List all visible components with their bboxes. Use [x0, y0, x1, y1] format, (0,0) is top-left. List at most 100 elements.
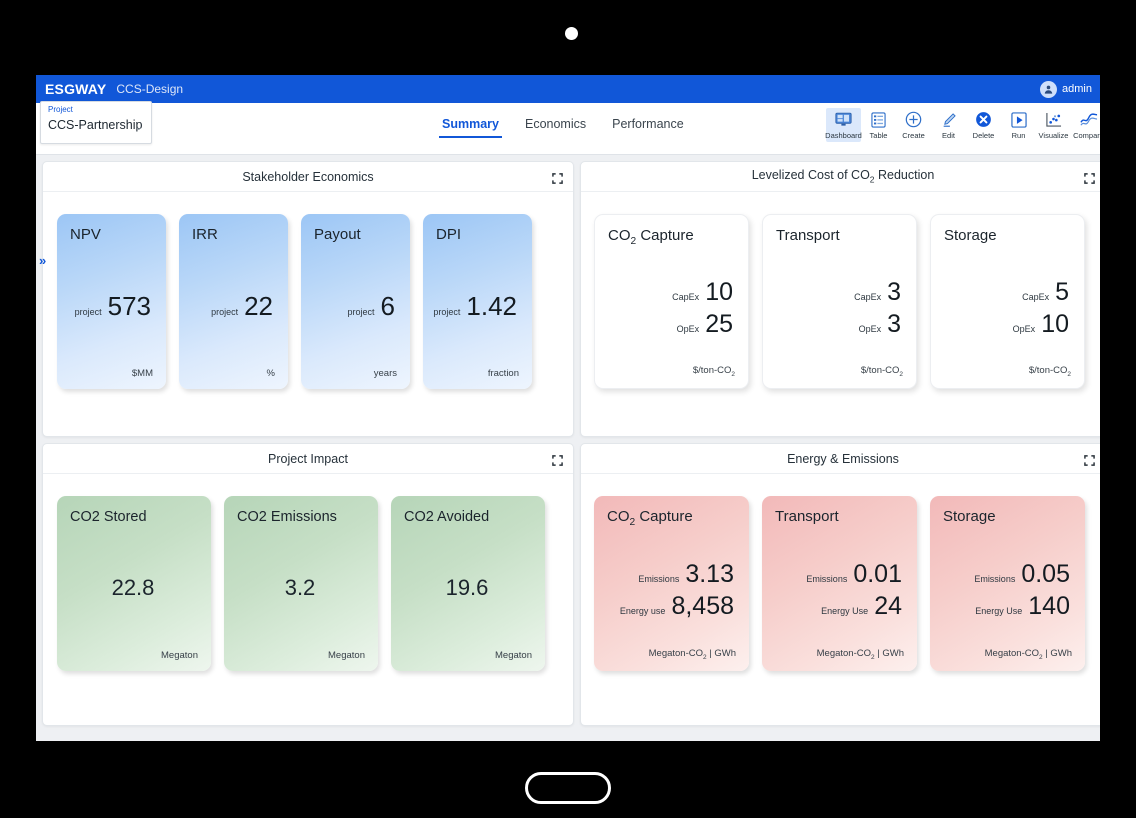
capex-value: 10 [705, 278, 733, 307]
panel-header: Stakeholder Economics [43, 162, 573, 192]
cost-card-storage[interactable]: Storage CapEx 5 OpEx 10 $/ton-CO2 [930, 214, 1085, 389]
app-header-bar: ESGWAY CCS-Design admin [36, 75, 1100, 103]
opex-value: 3 [887, 310, 901, 339]
tab-economics[interactable]: Economics [522, 115, 589, 136]
metric-unit: $/ton-CO2 [1028, 365, 1071, 378]
toolbar-label-table: Table [869, 131, 888, 140]
metric-unit: $MM [131, 368, 153, 379]
metric-title: DPI [436, 226, 462, 243]
tablet-device-frame: ESGWAY CCS-Design admin Project CCS-Part… [0, 0, 1136, 818]
metric-title: CO2 Emissions [237, 509, 337, 525]
energy-use-value: 8,458 [671, 592, 734, 621]
metric-title: Payout [314, 226, 361, 243]
user-icon [1040, 80, 1058, 98]
metric-unit: years [373, 368, 397, 379]
pencil-icon [941, 110, 957, 129]
expand-icon[interactable] [1084, 171, 1095, 189]
toolbar-label-dashboard: Dashboard [825, 131, 862, 140]
x-circle-icon [975, 110, 992, 129]
toolbar-label-edit: Edit [942, 131, 955, 140]
impact-card-co2-avoided[interactable]: CO2 Avoided 19.6 Megaton [391, 496, 545, 671]
toolbar-label-visualize: Visualize [1038, 131, 1069, 140]
energy-card-storage[interactable]: Storage Emissions 0.05 Energy Use 140 Me… [930, 496, 1085, 671]
cost-card-co2-capture[interactable]: CO2 Capture CapEx 10 OpEx 25 $/ton-CO2 [594, 214, 749, 389]
emissions-value: 3.13 [685, 560, 734, 589]
tab-performance[interactable]: Performance [609, 115, 687, 136]
project-select-label: Project [48, 105, 73, 114]
metric-title: IRR [192, 226, 218, 243]
metric-unit: Megaton-CO2 | GWh [648, 648, 736, 661]
panel-body: CO2 Capture Emissions 3.13 Energy use 8,… [581, 474, 1100, 725]
opex-label: OpEx [858, 324, 882, 335]
dashboard-grid: » Stakeholder Economics NPV project 573 … [36, 155, 1100, 732]
energy-use-label: Energy use [619, 606, 666, 617]
toolbar-label-delete: Delete [972, 131, 995, 140]
toolbar-button-create[interactable]: Create [896, 108, 931, 142]
scatter-chart-icon [1045, 110, 1062, 129]
metric-value: 22 [244, 291, 273, 321]
metric-card-irr[interactable]: IRR project 22 % [179, 214, 288, 389]
toolbar-button-run[interactable]: Run [1001, 108, 1036, 142]
energy-use-value: 24 [874, 592, 902, 621]
energy-card-co2-capture[interactable]: CO2 Capture Emissions 3.13 Energy use 8,… [594, 496, 749, 671]
emissions-label: Emissions [974, 574, 1016, 585]
metric-value: 19.6 [445, 575, 489, 600]
capex-value: 3 [887, 278, 901, 307]
panel-header: Levelized Cost of CO2 Reduction [581, 162, 1100, 192]
toolbar-button-edit[interactable]: Edit [931, 108, 966, 142]
metric-label: project [211, 307, 239, 317]
tab-bar: Summary Economics Performance [439, 115, 687, 138]
expand-icon[interactable] [552, 171, 563, 189]
metric-unit: Megaton [495, 650, 532, 661]
application-screen: ESGWAY CCS-Design admin Project CCS-Part… [36, 75, 1100, 741]
opex-value: 10 [1041, 310, 1069, 339]
metric-label: project [74, 307, 102, 317]
metric-unit: Megaton-CO2 | GWh [816, 648, 904, 661]
toolbar-button-visualize[interactable]: Visualize [1036, 108, 1071, 142]
metric-title: CO2 Stored [70, 509, 147, 525]
toolbar-button-compare[interactable]: Compare [1071, 108, 1100, 142]
toolbar-button-delete[interactable]: Delete [966, 108, 1001, 142]
plus-circle-icon [905, 110, 922, 129]
cost-card-transport[interactable]: Transport CapEx 3 OpEx 3 $/ton-CO2 [762, 214, 917, 389]
metric-card-npv[interactable]: NPV project 573 $MM [57, 214, 166, 389]
toolbar-label-run: Run [1011, 131, 1026, 140]
panel-header: Energy & Emissions [581, 444, 1100, 474]
panel-title-levelized-cost: Levelized Cost of CO2 Reduction [751, 168, 935, 185]
capex-value: 5 [1055, 278, 1069, 307]
home-button[interactable] [525, 772, 611, 804]
emissions-label: Emissions [638, 574, 680, 585]
metric-value: 1.42 [466, 291, 517, 321]
table-icon [871, 110, 886, 129]
emissions-label: Emissions [806, 574, 848, 585]
energy-use-label: Energy Use [975, 606, 1023, 617]
metric-label: project [347, 307, 375, 317]
toolbar-button-table[interactable]: Table [861, 108, 896, 142]
sidebar-expand-toggle[interactable]: » [39, 253, 46, 268]
tab-summary[interactable]: Summary [439, 115, 502, 138]
toolbar-button-dashboard[interactable]: Dashboard [825, 108, 862, 142]
metric-card-dpi[interactable]: DPI project 1.42 fraction [423, 214, 532, 389]
impact-card-co2-stored[interactable]: CO2 Stored 22.8 Megaton [57, 496, 211, 671]
toolbar-label-create: Create [902, 131, 925, 140]
metric-card-payout[interactable]: Payout project 6 years [301, 214, 410, 389]
metric-unit: Megaton [161, 650, 198, 661]
chevron-down-icon[interactable]: ⌄ [135, 122, 143, 133]
opex-label: OpEx [1012, 324, 1036, 335]
opex-value: 25 [705, 310, 733, 339]
project-select[interactable]: Project CCS-Partnership ⌄ [40, 101, 152, 144]
metric-unit: Megaton-CO2 | GWh [984, 648, 1072, 661]
panel-stakeholder-economics: Stakeholder Economics NPV project 573 $M… [42, 161, 574, 437]
energy-use-label: Energy Use [821, 606, 869, 617]
opex-label: OpEx [676, 324, 700, 335]
metric-unit: % [266, 368, 275, 379]
panel-header: Project Impact [43, 444, 573, 474]
expand-icon[interactable] [552, 453, 563, 471]
metric-title: Storage [944, 227, 997, 244]
impact-card-co2-emissions[interactable]: CO2 Emissions 3.2 Megaton [224, 496, 378, 671]
energy-card-transport[interactable]: Transport Emissions 0.01 Energy Use 24 M… [762, 496, 917, 671]
panel-title-energy-emissions: Energy & Emissions [787, 451, 899, 466]
panel-body: NPV project 573 $MM IRR project 22 % Pay… [43, 192, 573, 436]
expand-icon[interactable] [1084, 453, 1095, 471]
user-menu[interactable]: admin [1040, 75, 1092, 103]
